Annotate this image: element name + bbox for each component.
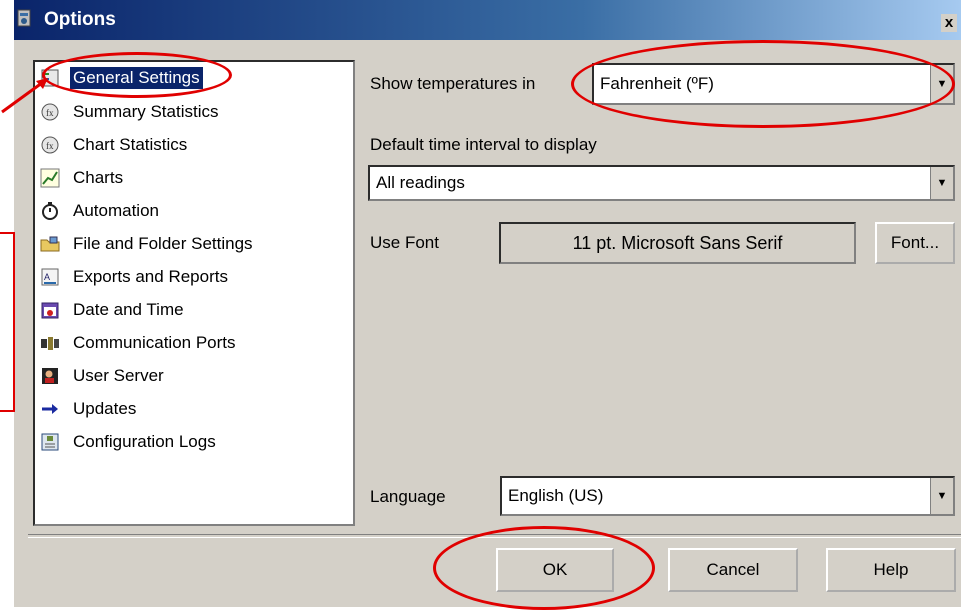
tree-item-label: File and Folder Settings bbox=[73, 234, 253, 253]
tree-item-automation[interactable]: Automation bbox=[39, 197, 162, 225]
annotation-ellipse-general-settings bbox=[42, 52, 232, 98]
annotation-ellipse-ok bbox=[433, 526, 655, 610]
tree-item-label: Date and Time bbox=[73, 300, 184, 319]
tree-item-label: Updates bbox=[73, 399, 137, 418]
folder-icon bbox=[39, 233, 61, 255]
line-chart-icon bbox=[39, 167, 61, 189]
tree-item-summary-statistics[interactable]: fx Summary Statistics bbox=[39, 98, 221, 126]
svg-text:fx: fx bbox=[46, 141, 54, 151]
font-button[interactable]: Font... bbox=[875, 222, 955, 264]
help-button-label: Help bbox=[873, 560, 909, 579]
export-icon: A bbox=[39, 266, 61, 288]
font-display-box: 11 pt. Microsoft Sans Serif bbox=[499, 222, 856, 264]
title-bar[interactable]: Options x bbox=[14, 0, 961, 40]
clock-icon bbox=[39, 200, 61, 222]
tree-item-label: Configuration Logs bbox=[73, 432, 216, 451]
tree-item-communication-ports[interactable]: Communication Ports bbox=[39, 329, 239, 357]
annotation-arrow bbox=[1, 78, 48, 114]
tree-item-label: Chart Statistics bbox=[73, 135, 188, 154]
user-server-icon bbox=[39, 365, 61, 387]
tree-item-label: Summary Statistics bbox=[73, 102, 219, 121]
tree-item-label: User Server bbox=[73, 366, 164, 385]
tree-item-exports-reports[interactable]: A Exports and Reports bbox=[39, 263, 231, 291]
help-button[interactable]: Help bbox=[826, 548, 956, 592]
port-icon bbox=[39, 332, 61, 354]
tree-item-chart-statistics[interactable]: fx Chart Statistics bbox=[39, 131, 190, 159]
chevron-down-icon[interactable]: ▼ bbox=[930, 478, 953, 514]
cancel-button[interactable]: Cancel bbox=[668, 548, 798, 592]
tree-item-configuration-logs[interactable]: Configuration Logs bbox=[39, 428, 219, 456]
language-dropdown[interactable]: English (US) ▼ bbox=[500, 476, 955, 516]
font-button-label: Font... bbox=[890, 233, 940, 252]
svg-text:A: A bbox=[44, 272, 50, 282]
language-label: Language bbox=[370, 487, 446, 506]
tree-item-date-time[interactable]: Date and Time bbox=[39, 296, 187, 324]
annotation-bracket bbox=[0, 232, 15, 412]
log-icon bbox=[39, 431, 61, 453]
close-button[interactable]: x bbox=[941, 14, 957, 32]
interval-label: Default time interval to display bbox=[370, 135, 597, 154]
tree-item-charts[interactable]: Charts bbox=[39, 164, 126, 192]
time-interval-dropdown[interactable]: All readings ▼ bbox=[368, 165, 955, 201]
settings-category-tree[interactable]: General Settings fx Summary Statistics f… bbox=[33, 60, 355, 526]
tree-item-file-folder-settings[interactable]: File and Folder Settings bbox=[39, 230, 256, 258]
tree-item-user-server[interactable]: User Server bbox=[39, 362, 167, 390]
arrow-right-icon bbox=[39, 398, 61, 420]
annotation-ellipse-temperature bbox=[571, 40, 955, 128]
tree-item-label: Communication Ports bbox=[73, 333, 236, 352]
tree-item-label: Exports and Reports bbox=[73, 267, 228, 286]
window-title: Options bbox=[44, 9, 116, 30]
font-label: Use Font bbox=[370, 233, 439, 252]
time-interval-value: All readings bbox=[376, 173, 465, 192]
tree-item-updates[interactable]: Updates bbox=[39, 395, 139, 423]
tree-item-label: Automation bbox=[73, 201, 159, 220]
language-value: English (US) bbox=[508, 486, 604, 505]
font-value: 11 pt. Microsoft Sans Serif bbox=[572, 232, 783, 253]
chart-statistics-icon: fx bbox=[39, 134, 61, 156]
calendar-icon bbox=[39, 299, 61, 321]
chevron-down-icon[interactable]: ▼ bbox=[930, 167, 953, 199]
options-app-icon bbox=[17, 9, 31, 27]
cancel-button-label: Cancel bbox=[706, 560, 760, 579]
temperature-label: Show temperatures in bbox=[370, 74, 536, 93]
tree-item-label: Charts bbox=[73, 168, 124, 187]
